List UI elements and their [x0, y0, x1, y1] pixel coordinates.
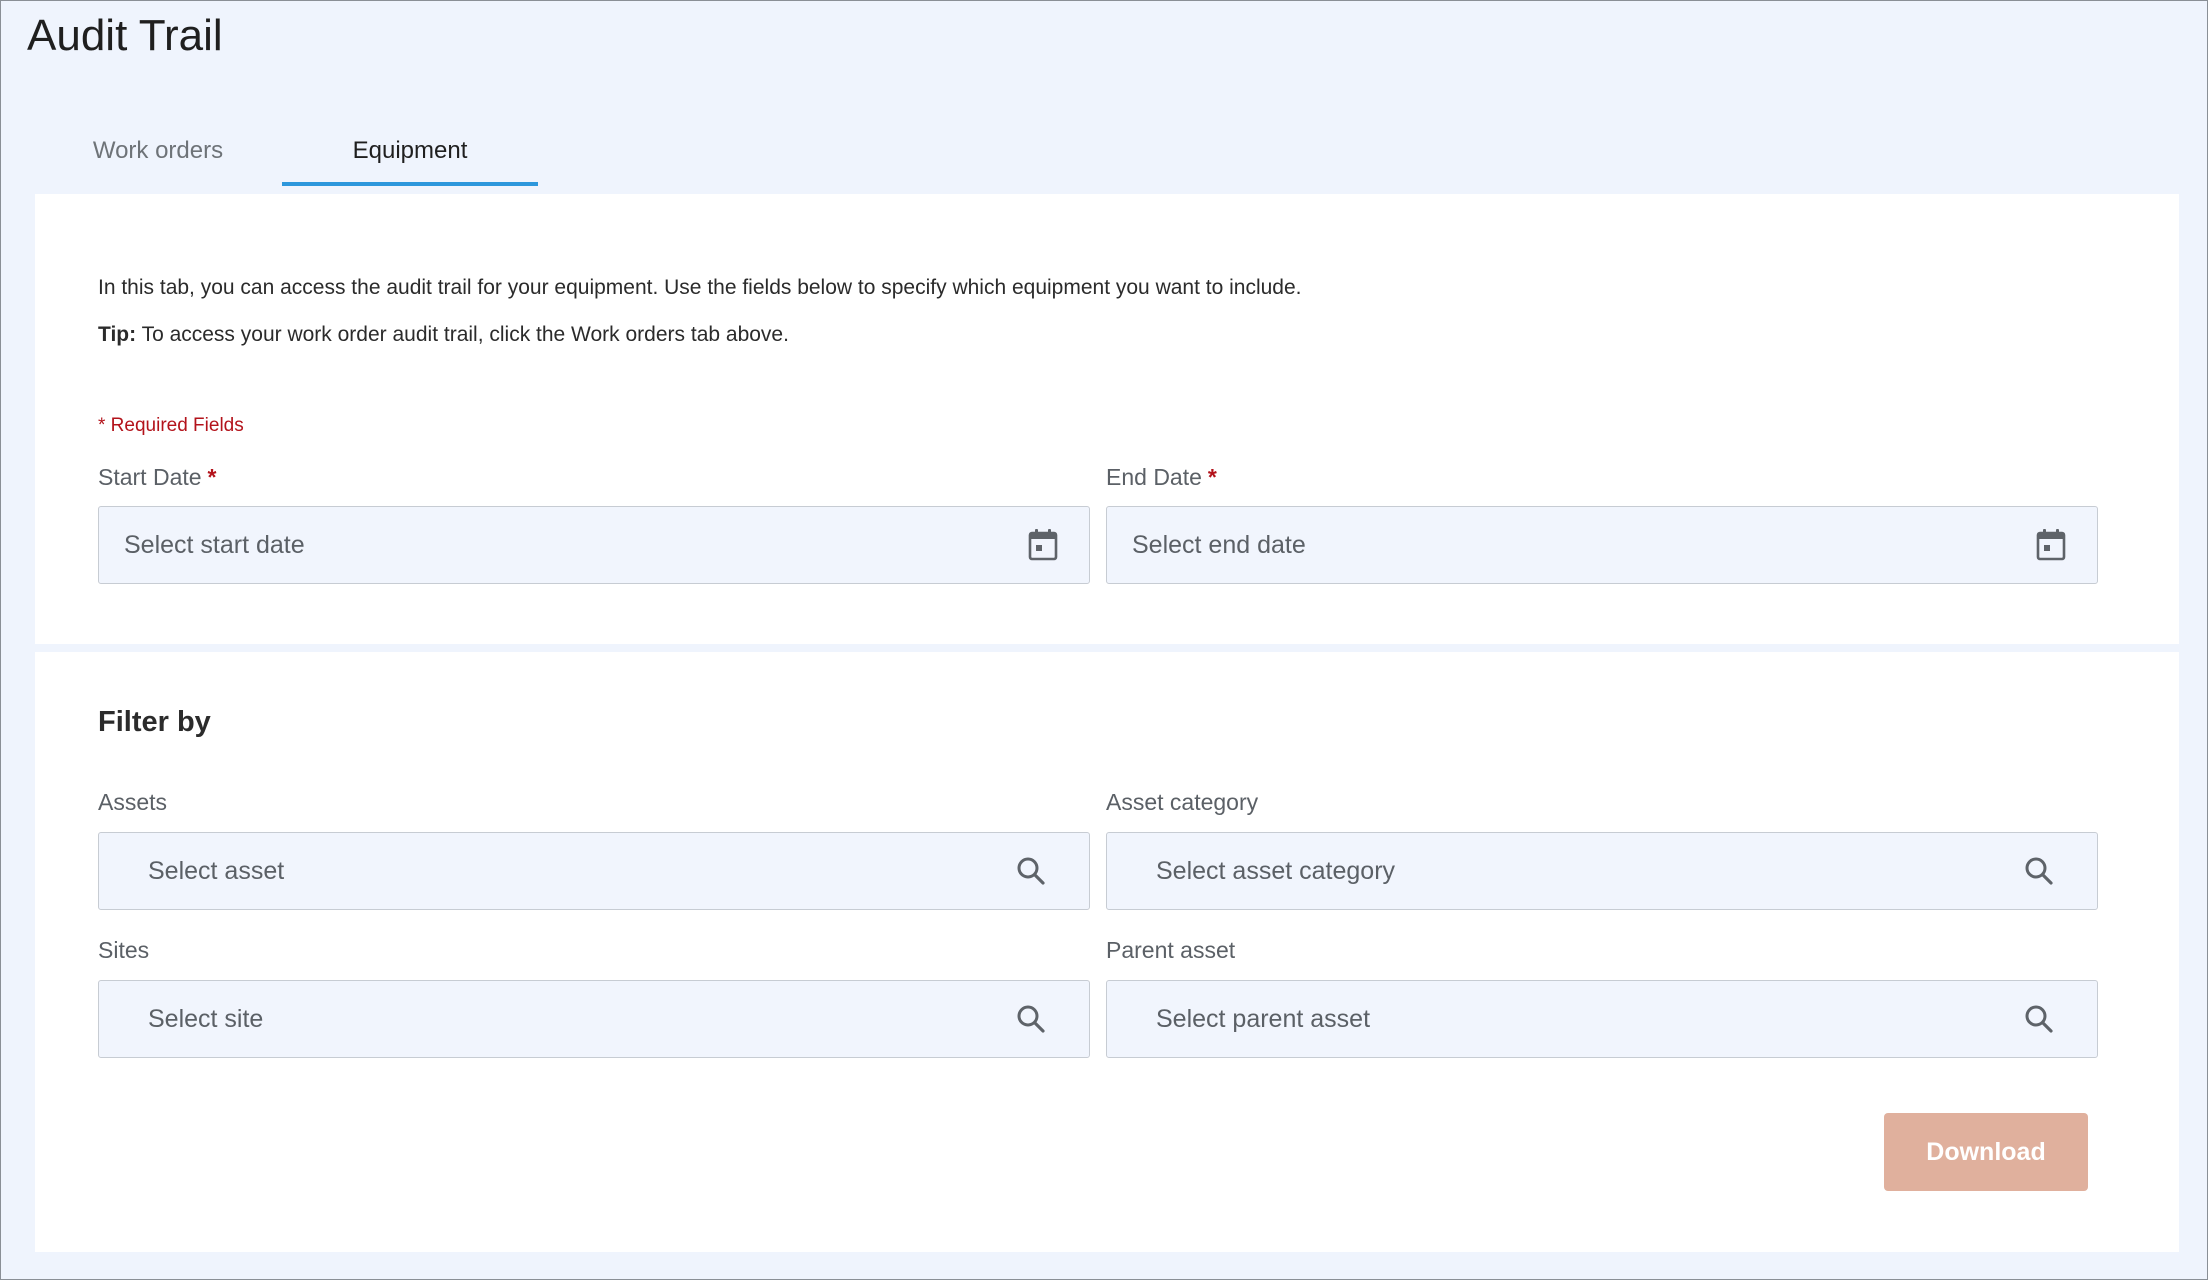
required-marker: *: [207, 464, 217, 490]
assets-label: Assets: [98, 789, 168, 815]
filters-card: Filter by Assets Asset category Select a…: [35, 652, 2179, 1252]
search-icon: [1013, 1001, 1049, 1037]
start-date-label-text: Start Date: [98, 464, 202, 490]
tip-body: To access your work order audit trail, c…: [136, 323, 789, 346]
tab-work-orders-label: Work orders: [92, 137, 224, 164]
tab-work-orders[interactable]: Work orders: [34, 116, 282, 186]
assets-search-field[interactable]: Select asset: [98, 832, 1090, 910]
end-date-label-text: End Date: [1106, 464, 1202, 490]
start-date-field[interactable]: Select start date: [98, 506, 1090, 584]
tab-equipment[interactable]: Equipment: [282, 116, 538, 186]
intro-description: In this tab, you can access the audit tr…: [98, 276, 1302, 299]
app-window: Audit Trail Work orders Equipment In thi…: [0, 0, 2208, 1280]
search-icon: [2021, 1001, 2057, 1037]
tip-label: Tip:: [98, 323, 137, 346]
download-button[interactable]: Download: [1884, 1113, 2088, 1191]
end-date-field[interactable]: Select end date: [1106, 506, 2098, 584]
search-icon: [2021, 853, 2057, 889]
date-range-card: In this tab, you can access the audit tr…: [35, 194, 2179, 644]
parent-asset-placeholder: Select parent asset: [1156, 1004, 1371, 1033]
asset-category-search-field[interactable]: Select asset category: [1106, 832, 2098, 910]
assets-placeholder: Select asset: [148, 856, 285, 885]
search-icon: [1013, 853, 1049, 889]
filter-by-heading: Filter by: [98, 706, 211, 738]
start-date-placeholder: Select start date: [124, 530, 305, 559]
start-date-label: Start Date *: [98, 464, 217, 491]
calendar-icon[interactable]: [1025, 527, 1061, 563]
sites-placeholder: Select site: [148, 1004, 264, 1033]
required-marker: *: [1207, 464, 1217, 490]
end-date-placeholder: Select end date: [1132, 530, 1306, 559]
sites-search-field[interactable]: Select site: [98, 980, 1090, 1058]
parent-asset-label: Parent asset: [1106, 937, 1236, 963]
asset-category-placeholder: Select asset category: [1156, 856, 1396, 885]
sites-label: Sites: [98, 937, 150, 963]
tab-bar: Work orders Equipment: [34, 116, 538, 186]
parent-asset-search-field[interactable]: Select parent asset: [1106, 980, 2098, 1058]
required-fields-note: * Required Fields: [98, 415, 244, 436]
asset-category-label: Asset category: [1106, 789, 1259, 815]
calendar-icon[interactable]: [2033, 527, 2069, 563]
end-date-label: End Date *: [1106, 464, 1217, 491]
tab-equipment-label: Equipment: [352, 137, 468, 164]
page-title: Audit Trail: [27, 11, 223, 60]
tip-text: Tip: To access your work order audit tra…: [98, 323, 789, 347]
